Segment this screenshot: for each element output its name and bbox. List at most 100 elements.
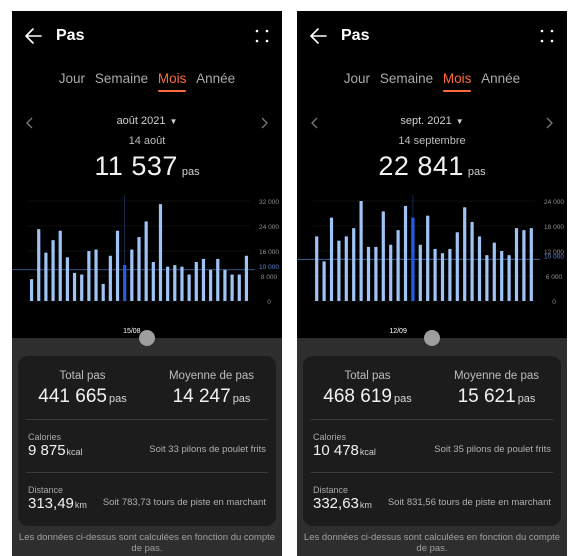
period-tabs: Jour Semaine Mois Année <box>12 71 282 95</box>
selected-steps: 11 537 pas <box>12 151 282 182</box>
divider <box>311 472 553 473</box>
bar <box>237 274 241 301</box>
bar <box>389 244 393 301</box>
total-steps-value: 468 619 <box>323 386 392 407</box>
divider <box>26 419 268 420</box>
calories-value: 9 875 <box>28 442 66 459</box>
more-options-icon[interactable] <box>539 28 555 44</box>
back-arrow-icon[interactable] <box>24 25 44 47</box>
steps-bar-chart[interactable]: 24 00018 00012 0006 000010 00005/0912/09… <box>297 183 567 353</box>
total-steps-label: Total pas <box>59 370 106 382</box>
bar <box>403 205 408 301</box>
month-selector[interactable]: août 2021 ▼ <box>117 115 178 127</box>
tab-semaine[interactable]: Semaine <box>380 71 433 92</box>
average-steps-label: Moyenne de pas <box>168 370 255 382</box>
y-tick-label: 24 000 <box>259 224 279 231</box>
bar <box>37 229 41 301</box>
month-label: août 2021 <box>116 115 166 127</box>
bar <box>366 246 371 301</box>
steps-bar-chart[interactable]: 32 00024 00016 0008 000010 00001/0808/08… <box>12 183 282 353</box>
bar <box>448 248 452 301</box>
chevron-right-icon[interactable] <box>543 115 555 131</box>
tab-jour[interactable]: Jour <box>59 71 85 92</box>
bar <box>158 204 163 301</box>
bar <box>396 230 400 301</box>
bar <box>230 274 234 301</box>
selected-steps: 22 841 pas <box>297 151 567 182</box>
bar <box>507 255 511 301</box>
bar <box>426 215 430 301</box>
calories-row: Calories 9 875kcal Soit 33 pilons de pou… <box>28 432 266 472</box>
bar <box>470 221 474 301</box>
bar <box>51 240 55 301</box>
bar <box>44 252 48 301</box>
phone-screen-september: Pas Jour Semaine Mois Année sept. 2021 ▼ … <box>297 11 567 556</box>
dropdown-caret-icon: ▼ <box>169 117 178 126</box>
bar <box>101 283 105 301</box>
selected-date-label: 12/09 <box>389 328 407 335</box>
y-tick-label: 32 000 <box>259 199 279 206</box>
distance-unit: km <box>74 500 87 510</box>
bar <box>216 258 220 301</box>
bar <box>151 261 155 301</box>
divider <box>26 472 268 473</box>
back-arrow-icon[interactable] <box>309 25 329 47</box>
bar <box>500 251 504 301</box>
month-navigation: sept. 2021 ▼ <box>297 115 567 131</box>
bar <box>223 269 227 301</box>
tab-annee[interactable]: Année <box>196 71 235 92</box>
bar <box>87 251 91 301</box>
distance-note: Soit 783,73 tours de piste en marchant <box>102 497 266 508</box>
distance-label: Distance <box>313 485 349 495</box>
bar <box>514 228 519 301</box>
tab-mois[interactable]: Mois <box>157 71 186 92</box>
average-steps-stat: Moyenne de pas 15 621 pas <box>432 370 561 408</box>
month-selector[interactable]: sept. 2021 ▼ <box>400 115 463 127</box>
footnote: Les données ci-dessus sont calculées en … <box>18 532 276 554</box>
y-tick-label: 18 000 <box>544 224 564 231</box>
average-steps-label: Moyenne de pas <box>453 370 540 382</box>
bar <box>322 261 326 301</box>
bar <box>108 255 112 301</box>
selected-steps-value: 11 537 <box>94 151 178 181</box>
y-tick-label: 0 <box>267 299 271 306</box>
bar <box>485 255 489 301</box>
chevron-left-icon[interactable] <box>24 115 36 131</box>
chevron-right-icon[interactable] <box>258 115 270 131</box>
bar <box>344 236 348 301</box>
app-bar: Pas <box>309 25 555 47</box>
tab-mois[interactable]: Mois <box>442 71 471 92</box>
month-navigation: août 2021 ▼ <box>12 115 282 131</box>
y-tick-label: 24 000 <box>544 199 564 206</box>
bar <box>94 249 98 301</box>
bar <box>477 236 482 301</box>
distance-unit: km <box>359 500 372 510</box>
selected-date-label: 15/08 <box>123 328 141 335</box>
total-steps-label: Total pas <box>344 370 391 382</box>
bar <box>209 269 213 301</box>
bar <box>522 230 526 301</box>
bar <box>463 207 467 301</box>
calories-unit: kcal <box>359 447 376 457</box>
drag-handle[interactable] <box>424 330 440 346</box>
distance-value: 313,49 <box>28 495 74 512</box>
bar <box>173 265 177 301</box>
drag-handle[interactable] <box>139 330 155 346</box>
y-tick-label: 0 <box>552 299 556 306</box>
tab-jour[interactable]: Jour <box>344 71 370 92</box>
y-tick-label: 6 000 <box>546 274 563 281</box>
more-options-icon[interactable] <box>254 28 270 44</box>
goal-label: 10 000 <box>544 253 564 260</box>
selected-day-label: 14 août <box>128 135 166 147</box>
calories-value: 10 478 <box>313 442 359 459</box>
bar <box>80 274 84 301</box>
tab-annee[interactable]: Année <box>481 71 520 92</box>
total-steps-unit: pas <box>393 393 412 405</box>
dropdown-caret-icon: ▼ <box>455 117 464 126</box>
tab-semaine[interactable]: Semaine <box>95 71 148 92</box>
calories-label: Calories <box>313 432 347 442</box>
total-steps-value: 441 665 <box>38 386 107 407</box>
average-steps-unit: pas <box>232 393 251 405</box>
chevron-left-icon[interactable] <box>309 115 321 131</box>
bar <box>180 266 184 301</box>
